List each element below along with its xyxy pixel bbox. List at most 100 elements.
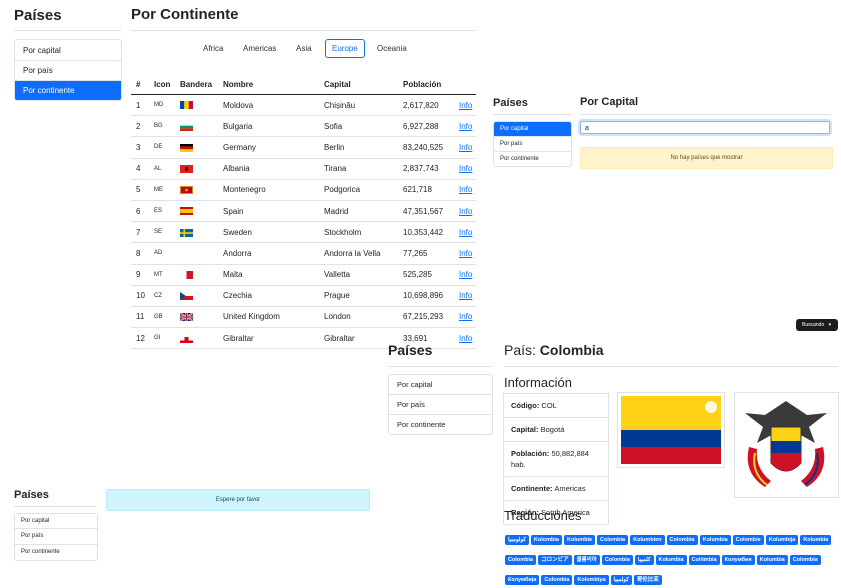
table-row: 7 SE Sweden Stockholm 10,353,442 Info <box>131 221 476 244</box>
translation-badge: Colombia <box>505 555 537 565</box>
country-code: MD <box>149 94 175 117</box>
country-name: Moldova <box>218 94 319 117</box>
nav-por-continente[interactable]: Por continente <box>389 415 492 434</box>
loading-alert: Espere por favor <box>106 489 370 511</box>
row-number: 11 <box>131 306 149 329</box>
coat-of-arms-image <box>734 392 839 498</box>
row-number: 6 <box>131 200 149 223</box>
translation-badge: Colombia <box>666 535 698 545</box>
col-icon: Icon <box>149 74 175 95</box>
region-europe[interactable]: Europe <box>325 39 365 58</box>
country-code: CZ <box>149 285 175 307</box>
country-info-list: Código: COL Capital: Bogotá Población: 5… <box>503 393 609 525</box>
info-link[interactable]: Info <box>454 264 476 286</box>
flag-icon <box>175 136 218 159</box>
translation-badge: كولومبيا <box>505 535 529 545</box>
col-capital: Capital <box>319 74 398 95</box>
population-value: 2,837,743 <box>398 158 454 180</box>
nav-por-capital[interactable]: Por capital <box>389 375 492 395</box>
country-code: MT <box>149 264 175 286</box>
sidebar-nav: Por capital Por país Por continente <box>493 121 572 167</box>
nav-por-pais[interactable]: Por país <box>15 61 121 81</box>
flag-icon <box>175 94 218 117</box>
capital-name: Podgorica <box>319 179 398 201</box>
row-number: 2 <box>131 115 149 138</box>
flag-icon <box>175 200 218 223</box>
row-number: 4 <box>131 158 149 180</box>
translations-list: كولومبيا Kolombia Kolumbie Colombia Kolumbie… <box>505 528 839 588</box>
table-row: 10 CZ Czechia Prague 10,698,896 Info <box>131 285 476 307</box>
country-name: United Kingdom <box>218 306 319 329</box>
divider <box>580 114 832 115</box>
population-value: 67,215,293 <box>398 306 454 329</box>
flag-icon <box>175 242 218 265</box>
info-link[interactable]: Info <box>454 221 476 244</box>
divider <box>388 366 492 367</box>
sidebar-title: Países <box>14 489 49 501</box>
info-link[interactable]: Info <box>454 94 476 117</box>
capital-name: Sofia <box>319 115 398 138</box>
flag-icon <box>175 158 218 180</box>
flag-image <box>617 392 725 468</box>
nav-por-capital[interactable]: Por capital <box>15 514 97 529</box>
table-row: 1 MD Moldova Chișinău 2,617,820 Info <box>131 94 476 117</box>
region-asia[interactable]: Asia <box>296 44 312 53</box>
population-value: 2,617,820 <box>398 94 454 117</box>
page-title: Por Continente <box>131 6 239 23</box>
nav-por-capital[interactable]: Por capital <box>15 40 121 61</box>
col-population: Población <box>398 74 454 95</box>
table-row: 2 BG Bulgaria Sofia 6,927,288 Info <box>131 115 476 138</box>
info-heading: Información <box>504 375 572 390</box>
info-link[interactable]: Info <box>454 242 476 265</box>
capital-name: Valletta <box>319 264 398 286</box>
info-link[interactable]: Info <box>454 158 476 180</box>
flag-icon <box>175 285 218 307</box>
capital-name: Berlin <box>319 136 398 159</box>
info-link[interactable]: Info <box>454 179 476 201</box>
info-link[interactable]: Info <box>454 306 476 329</box>
translation-badge: Colombia <box>597 535 629 545</box>
capital-name: Gibraltar <box>319 327 398 350</box>
nav-por-pais[interactable]: Por país <box>15 529 97 545</box>
translation-badge: Колумбия <box>721 555 755 565</box>
population-value: 10,698,896 <box>398 285 454 307</box>
info-continent: Continente: Americas <box>504 477 608 501</box>
translations-heading: Traducciones <box>504 508 582 523</box>
region-africa[interactable]: Africa <box>203 44 223 53</box>
translation-badge: Colombia <box>789 555 821 565</box>
row-number: 7 <box>131 221 149 244</box>
info-capital: Capital: Bogotá <box>504 418 608 442</box>
country-name: Czechia <box>218 285 319 307</box>
translation-badge: Kolumbia <box>655 555 687 565</box>
nav-por-capital[interactable]: Por capital <box>494 122 571 137</box>
capital-search-input[interactable]: a <box>580 121 830 134</box>
info-link[interactable]: Info <box>454 115 476 138</box>
country-name: Germany <box>218 136 319 159</box>
region-americas[interactable]: Americas <box>243 44 276 53</box>
divider <box>504 366 838 367</box>
info-link[interactable]: Info <box>454 200 476 223</box>
translation-badge: Kolumbia <box>756 555 788 565</box>
nav-por-continente[interactable]: Por continente <box>15 81 121 100</box>
country-code: GB <box>149 306 175 329</box>
info-link[interactable]: Info <box>454 136 476 159</box>
nav-por-continente[interactable]: Por continente <box>15 545 97 560</box>
translation-badge: کلمبیا <box>634 555 654 565</box>
sidebar-title: Países <box>14 7 62 24</box>
nav-por-pais[interactable]: Por país <box>494 137 571 152</box>
flag-icon <box>175 327 218 350</box>
nav-por-continente[interactable]: Por continente <box>494 152 571 166</box>
info-link[interactable]: Info <box>454 327 476 350</box>
country-name: Bulgaria <box>218 115 319 138</box>
country-name: Sweden <box>218 221 319 244</box>
nav-por-pais[interactable]: Por país <box>389 395 492 415</box>
info-link[interactable]: Info <box>454 285 476 307</box>
translation-badge: Colômbia <box>688 555 720 565</box>
capital-name: London <box>319 306 398 329</box>
col-number: # <box>131 74 149 95</box>
capital-name: Prague <box>319 285 398 307</box>
translation-badge: Colombia <box>601 555 633 565</box>
region-oceania[interactable]: Oceania <box>377 44 407 53</box>
sidebar-nav: Por capital Por país Por continente <box>388 374 493 435</box>
divider <box>493 114 571 115</box>
